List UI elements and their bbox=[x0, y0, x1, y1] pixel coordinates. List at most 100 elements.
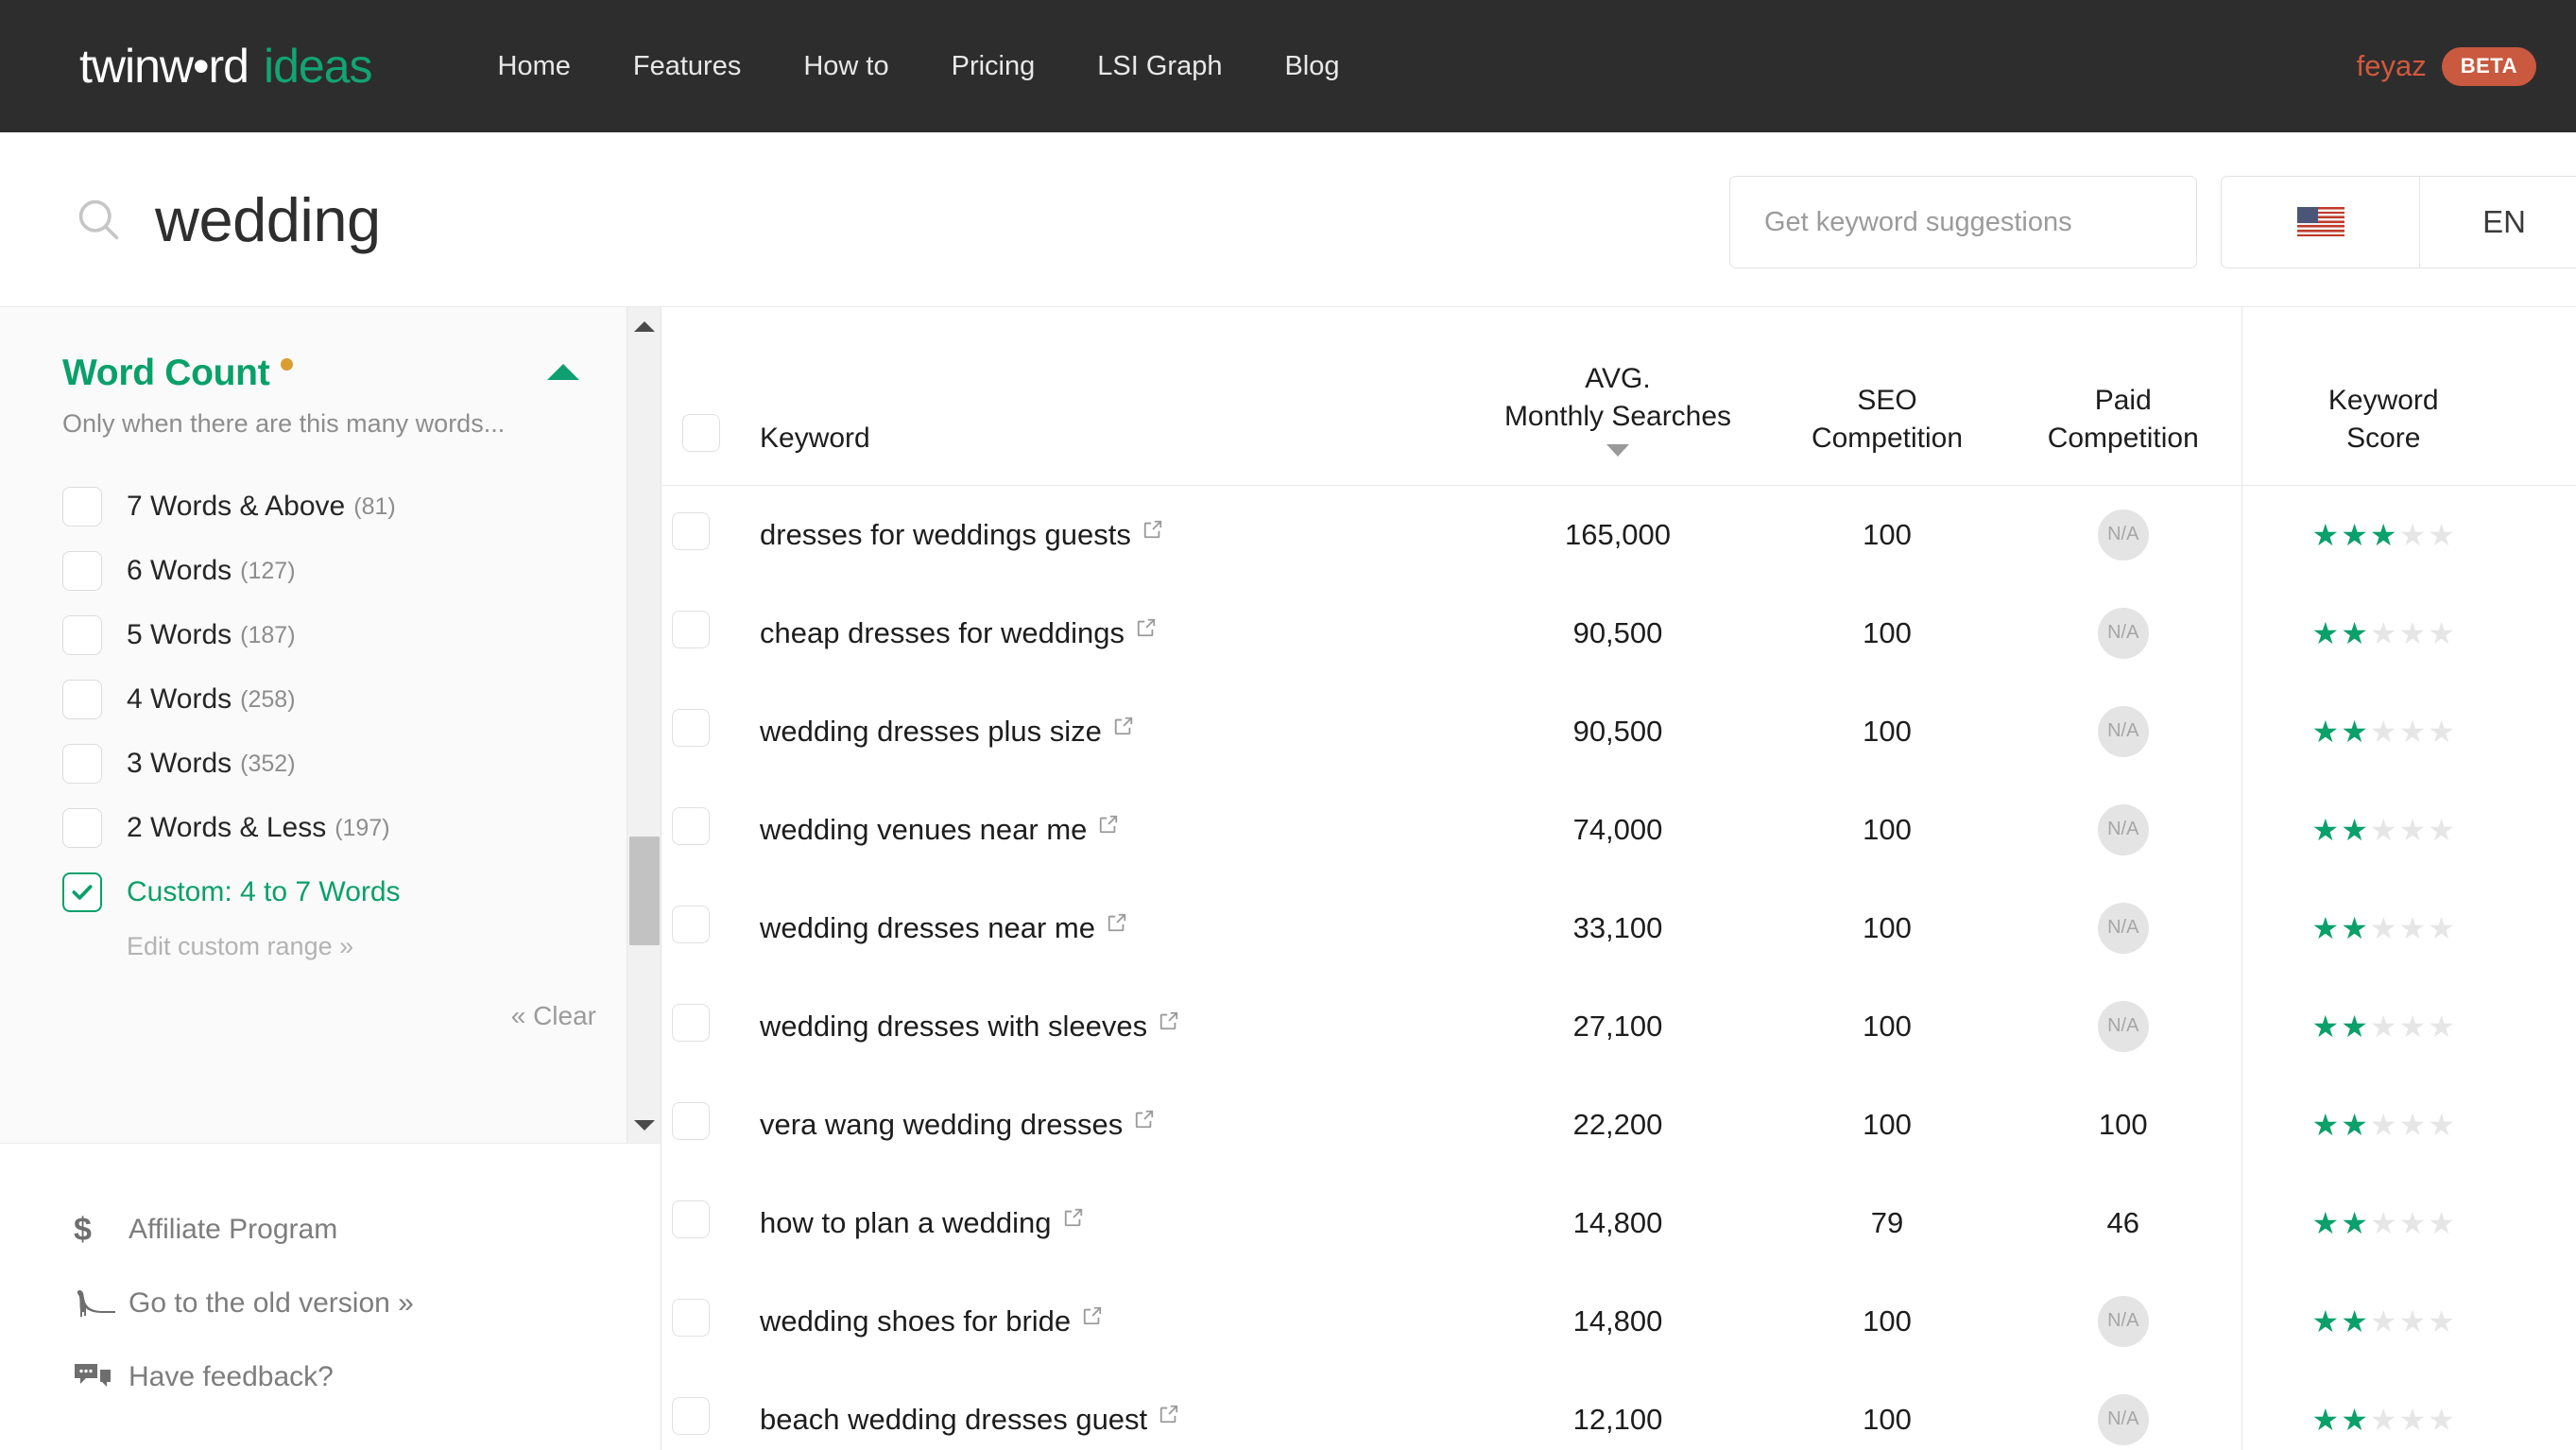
table-row[interactable]: cheap dresses for weddings 90,500 100 N/A ★ ★… bbox=[661, 583, 2576, 682]
external-link-icon[interactable] bbox=[1098, 814, 1119, 835]
filter-option-2-words-less[interactable]: 2 Words & Less (197) bbox=[62, 796, 661, 860]
nav-item-how-to[interactable]: How to bbox=[772, 51, 919, 82]
checkbox-row-select[interactable] bbox=[672, 1003, 710, 1042]
filter-option-custom-range[interactable]: Custom: 4 to 7 Words bbox=[62, 860, 661, 924]
checkbox-row-select[interactable] bbox=[672, 1101, 710, 1140]
country-flag-button[interactable] bbox=[2222, 177, 2420, 268]
column-header-seo-competition[interactable]: SEO Competition bbox=[1769, 307, 2005, 486]
search-query-text[interactable]: wedding bbox=[155, 184, 381, 255]
language-code-label[interactable]: EN bbox=[2420, 177, 2576, 268]
checkbox-row-select[interactable] bbox=[672, 806, 710, 845]
row-select-cell[interactable] bbox=[661, 977, 720, 1076]
table-row[interactable]: wedding venues near me74,000100N/A★★★★★★… bbox=[661, 780, 2576, 879]
row-select-cell[interactable] bbox=[661, 781, 720, 879]
header-select-all-cell[interactable] bbox=[661, 307, 720, 486]
keyword-text[interactable]: dresses for weddings guests bbox=[760, 518, 1131, 552]
checkbox-row-select[interactable] bbox=[672, 1298, 710, 1337]
external-link-icon[interactable] bbox=[1107, 912, 1127, 933]
keyword-text[interactable]: wedding dresses plus size bbox=[760, 715, 1102, 749]
keyword-text[interactable]: wedding dresses near me bbox=[760, 911, 1095, 945]
filter-option-5-words[interactable]: 5 Words (187) bbox=[62, 603, 661, 667]
filter-option-label: 4 Words bbox=[127, 683, 232, 715]
sidebar-link-affiliate-program[interactable]: $ Affiliate Program bbox=[74, 1193, 661, 1267]
checkbox-row-select[interactable] bbox=[672, 1200, 710, 1238]
external-link-icon[interactable] bbox=[1082, 1305, 1103, 1326]
search-input-group[interactable]: wedding bbox=[74, 184, 2576, 255]
filter-option-6-words[interactable]: 6 Words (127) bbox=[62, 539, 661, 603]
app-logo[interactable]: twinw•rd ideas bbox=[79, 39, 373, 94]
column-header-keyword-score[interactable]: Keyword Score bbox=[2241, 307, 2525, 486]
column-header-avg-monthly-searches[interactable]: AVG. Monthly Searches bbox=[1467, 307, 1769, 486]
checkbox-4-words[interactable] bbox=[62, 680, 102, 719]
nav-item-home[interactable]: Home bbox=[467, 51, 602, 82]
table-row[interactable]: how to plan a wedding14,8007946★★★★★★★★★… bbox=[661, 1173, 2576, 1272]
external-link-icon[interactable] bbox=[1159, 1010, 1179, 1031]
nav-item-pricing[interactable]: Pricing bbox=[920, 51, 1067, 82]
external-link-icon[interactable] bbox=[1159, 1404, 1179, 1424]
table-row[interactable]: wedding dresses plus size 90,500 100 N/A ★ ★ ★… bbox=[661, 682, 2576, 781]
filter-option-7-words-above[interactable]: 7 Words & Above (81) bbox=[62, 475, 661, 539]
table-row[interactable]: beach wedding dresses guest 12,100 100 N/A ★… bbox=[661, 1370, 2576, 1450]
checkbox-7-words-above[interactable] bbox=[62, 487, 102, 526]
keyword-text[interactable]: how to plan a wedding bbox=[760, 1206, 1052, 1240]
column-header-title-score[interactable]: Title Score bbox=[2525, 307, 2576, 486]
scroll-up-arrow-icon[interactable] bbox=[627, 309, 661, 343]
row-select-cell[interactable] bbox=[661, 1272, 720, 1371]
keyword-text[interactable]: wedding venues near me bbox=[760, 813, 1087, 847]
row-select-cell[interactable] bbox=[661, 584, 720, 682]
user-account-area[interactable]: feyaz BETA bbox=[2357, 46, 2536, 86]
edit-custom-range-link[interactable]: Edit custom range » bbox=[127, 932, 661, 961]
scroll-down-arrow-icon[interactable] bbox=[627, 1108, 661, 1142]
checkbox-select-all[interactable] bbox=[682, 414, 720, 453]
keyword-text[interactable]: cheap dresses for weddings bbox=[760, 616, 1125, 650]
language-selector[interactable]: EN bbox=[2221, 176, 2576, 268]
external-link-icon[interactable] bbox=[1142, 519, 1163, 540]
keyword-suggestions-input[interactable]: Get keyword suggestions bbox=[1729, 176, 2197, 268]
sidebar-link-feedback[interactable]: Have feedback? bbox=[74, 1340, 661, 1414]
table-row[interactable]: wedding shoes for bride 14,800 100 N/A ★ ★ ★ ★ ★… bbox=[661, 1271, 2576, 1371]
keyword-text[interactable]: vera wang wedding dresses bbox=[760, 1108, 1123, 1142]
table-row[interactable]: vera wang wedding dresses 22,200 100 100 ★ ★ ★… bbox=[661, 1075, 2576, 1174]
table-row[interactable]: wedding dresses near me 33,100 100 N/A ★ ★ ★ ★ ★… bbox=[661, 878, 2576, 977]
row-select-cell[interactable] bbox=[661, 1174, 720, 1272]
filter-option-3-words[interactable]: 3 Words (352) bbox=[62, 732, 661, 796]
filter-option-4-words[interactable]: 4 Words (258) bbox=[62, 667, 661, 732]
word-count-filter-header[interactable]: Word Count bbox=[62, 353, 596, 394]
table-row[interactable]: wedding dresses with sleeves 27,100 100 N/A… bbox=[661, 976, 2576, 1076]
row-select-cell[interactable] bbox=[661, 1076, 720, 1174]
external-link-icon[interactable] bbox=[1063, 1207, 1084, 1228]
checkbox-3-words[interactable] bbox=[62, 744, 102, 784]
seo-competition-cell: 100 bbox=[1863, 910, 1912, 944]
clear-filters-link[interactable]: « Clear bbox=[62, 1001, 596, 1031]
checkbox-row-select[interactable] bbox=[672, 905, 710, 943]
checkbox-2-words-less[interactable] bbox=[62, 808, 102, 848]
checkbox-row-select[interactable] bbox=[672, 708, 710, 747]
keyword-text[interactable]: wedding dresses with sleeves bbox=[760, 1010, 1147, 1044]
external-link-icon[interactable] bbox=[1134, 1109, 1155, 1130]
column-header-keyword[interactable]: Keyword bbox=[720, 307, 1467, 486]
nav-item-blog[interactable]: Blog bbox=[1253, 51, 1370, 82]
row-select-cell[interactable] bbox=[661, 1371, 720, 1450]
chevron-up-icon[interactable] bbox=[547, 364, 579, 380]
checkbox-5-words[interactable] bbox=[62, 615, 102, 655]
external-link-icon[interactable] bbox=[1113, 716, 1134, 736]
column-header-paid-competition[interactable]: Paid Competition bbox=[2005, 307, 2241, 486]
sidebar-scrollbar[interactable] bbox=[627, 307, 661, 1143]
scrollbar-thumb[interactable] bbox=[629, 837, 660, 945]
row-select-cell[interactable] bbox=[661, 682, 720, 781]
external-link-icon[interactable] bbox=[1136, 617, 1157, 638]
nav-item-features[interactable]: Features bbox=[602, 51, 772, 82]
keyword-text[interactable]: beach wedding dresses guest bbox=[760, 1403, 1147, 1437]
sort-descending-icon[interactable] bbox=[1606, 444, 1629, 457]
nav-item-lsi-graph[interactable]: LSI Graph bbox=[1066, 51, 1253, 82]
checkbox-row-select[interactable] bbox=[672, 1396, 710, 1435]
row-select-cell[interactable] bbox=[661, 486, 720, 584]
keyword-text[interactable]: wedding shoes for bride bbox=[760, 1304, 1071, 1338]
checkbox-row-select[interactable] bbox=[672, 610, 710, 648]
row-select-cell[interactable] bbox=[661, 879, 720, 977]
sidebar-link-old-version[interactable]: Go to the old version » bbox=[74, 1267, 661, 1340]
checkbox-custom-range[interactable] bbox=[62, 872, 102, 912]
table-row[interactable]: dresses for weddings guests 165,000 100 N/A… bbox=[661, 485, 2576, 584]
checkbox-6-words[interactable] bbox=[62, 551, 102, 591]
checkbox-row-select[interactable] bbox=[672, 511, 710, 550]
